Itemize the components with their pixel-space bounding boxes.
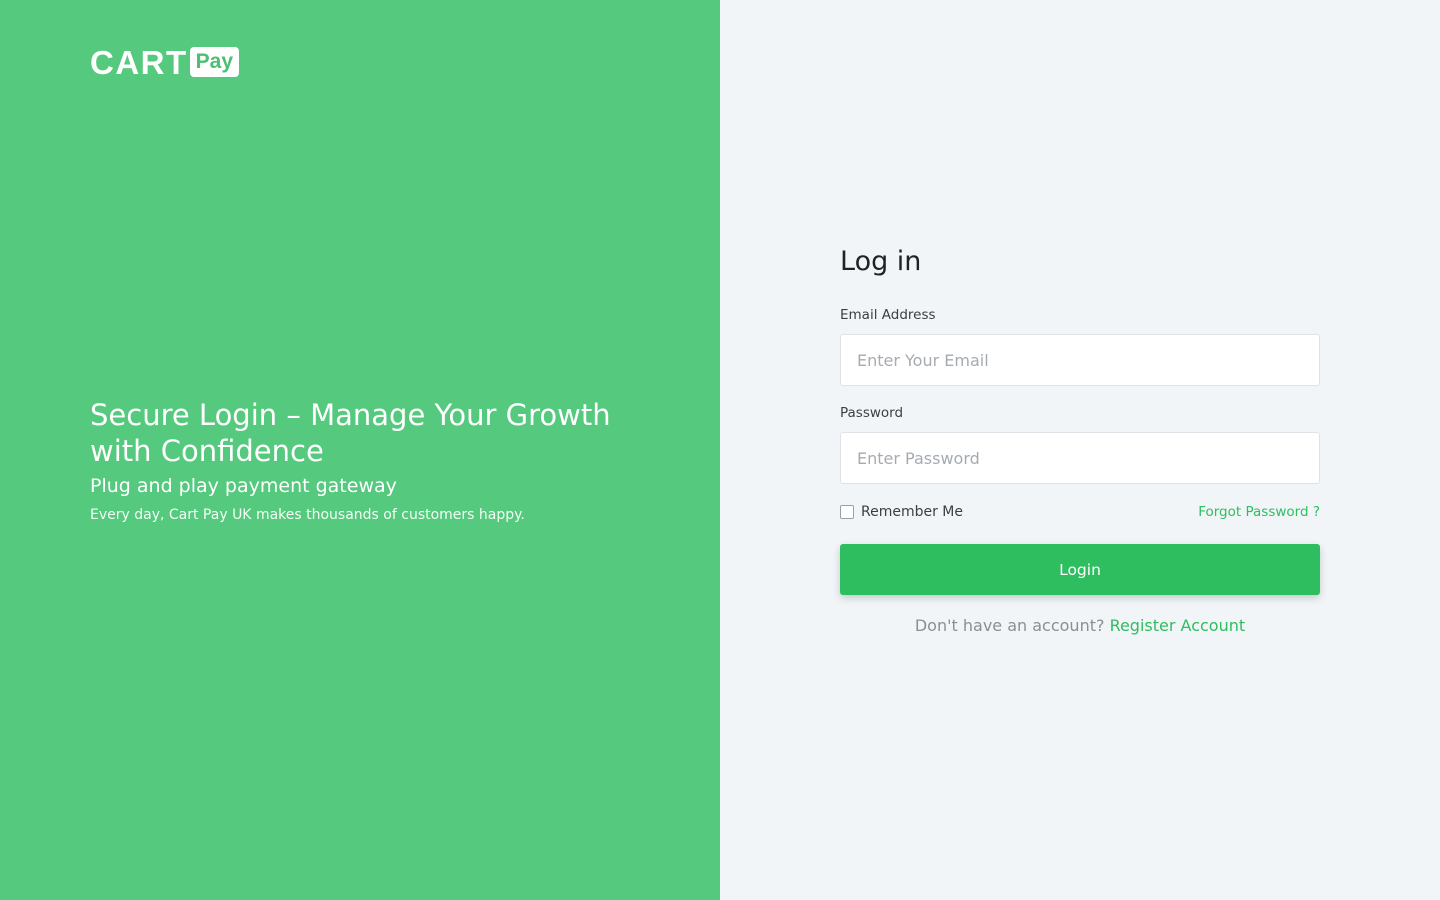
- brand-panel: CART Pay Secure Login – Manage Your Grow…: [0, 0, 720, 900]
- options-row: Remember Me Forgot Password ?: [840, 502, 1320, 522]
- email-label: Email Address: [840, 307, 936, 323]
- cartpay-logo: CART Pay: [90, 44, 240, 81]
- login-page: CART Pay Secure Login – Manage Your Grow…: [0, 0, 1440, 900]
- remember-me[interactable]: Remember Me: [840, 504, 963, 520]
- remember-label: Remember Me: [861, 504, 963, 520]
- hero-subtitle: Plug and play payment gateway: [90, 475, 397, 497]
- form-panel: Log in Email Address Password Remember M…: [720, 0, 1440, 900]
- password-input[interactable]: [840, 432, 1320, 484]
- remember-checkbox[interactable]: [840, 505, 854, 519]
- login-button[interactable]: Login: [840, 544, 1320, 595]
- hero-title: Secure Login – Manage Your Growth with C…: [90, 398, 611, 468]
- logo-word: CART: [90, 44, 188, 81]
- register-row: Don't have an account? Register Account: [840, 615, 1320, 637]
- form-title: Log in: [840, 246, 922, 277]
- hero-text: Secure Login – Manage Your Growth with C…: [90, 397, 650, 525]
- email-input[interactable]: [840, 334, 1320, 386]
- logo-badge: Pay: [189, 47, 240, 77]
- register-account-link[interactable]: Register Account: [1110, 616, 1246, 635]
- register-prompt: Don't have an account?: [914, 616, 1110, 635]
- forgot-password-link[interactable]: Forgot Password ?: [1198, 504, 1320, 520]
- login-form: Log in Email Address Password Remember M…: [840, 244, 1320, 637]
- hero-description: Every day, Cart Pay UK makes thousands o…: [90, 507, 525, 523]
- password-label: Password: [840, 405, 904, 421]
